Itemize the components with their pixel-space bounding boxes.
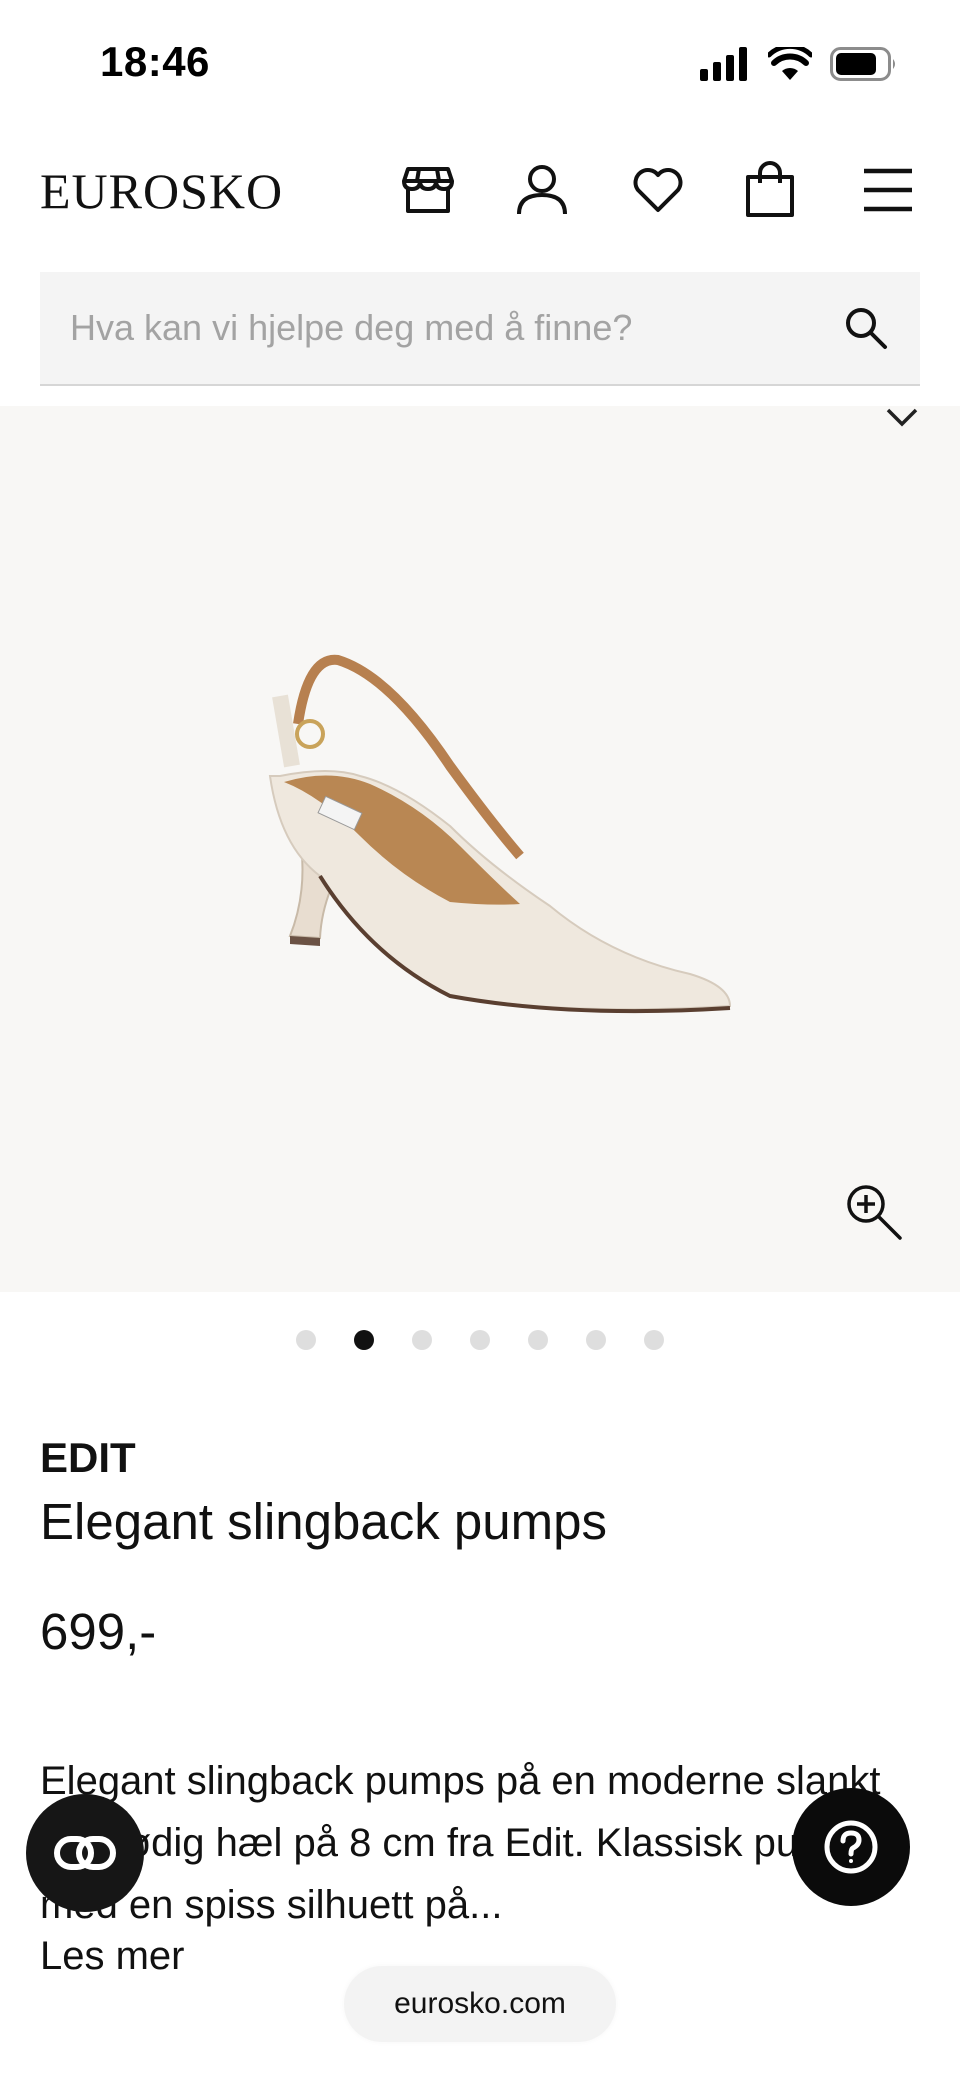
gallery-pagination (0, 1330, 960, 1354)
status-icons (700, 44, 898, 84)
link-icon (54, 1836, 116, 1870)
store-icon[interactable] (398, 160, 458, 220)
help-icon (824, 1820, 878, 1874)
account-icon[interactable] (512, 160, 572, 220)
pagination-dot[interactable] (644, 1330, 664, 1350)
pagination-dot-active[interactable] (354, 1330, 374, 1350)
status-bar: 18:46 (0, 0, 960, 120)
pagination-dot[interactable] (528, 1330, 548, 1350)
search-box (40, 272, 920, 386)
pagination-dot[interactable] (296, 1330, 316, 1350)
status-time: 18:46 (100, 38, 210, 85)
product-brand[interactable]: EDIT (40, 1434, 136, 1482)
product-description: Elegant slingback pumps på en moderne sl… (40, 1759, 881, 1927)
browser-url-bar[interactable]: eurosko.com (344, 1966, 616, 2042)
read-more-link[interactable]: Les mer (40, 1934, 185, 1979)
wifi-icon (768, 47, 812, 80)
heart-icon[interactable] (628, 160, 688, 220)
search-icon[interactable] (838, 300, 894, 356)
site-header: EUROSKO (0, 140, 960, 240)
pagination-dot[interactable] (586, 1330, 606, 1350)
product-photo (268, 654, 732, 1014)
menu-icon[interactable] (858, 160, 918, 220)
chevron-down-icon[interactable] (884, 406, 920, 430)
link-button[interactable] (26, 1794, 144, 1912)
pagination-dot[interactable] (412, 1330, 432, 1350)
product-title: Elegant slingback pumps (40, 1493, 608, 1550)
bag-icon[interactable] (740, 160, 800, 220)
product-image-gallery[interactable] (0, 406, 960, 1292)
help-button[interactable] (792, 1788, 910, 1906)
zoom-in-icon[interactable] (844, 1182, 908, 1246)
battery-icon (830, 47, 895, 81)
cellular-signal-icon (700, 47, 747, 81)
search-input[interactable] (40, 272, 820, 384)
product-price: 699,- (40, 1603, 157, 1660)
eurosko-logo[interactable]: EUROSKO (40, 162, 283, 220)
pagination-dot[interactable] (470, 1330, 490, 1350)
